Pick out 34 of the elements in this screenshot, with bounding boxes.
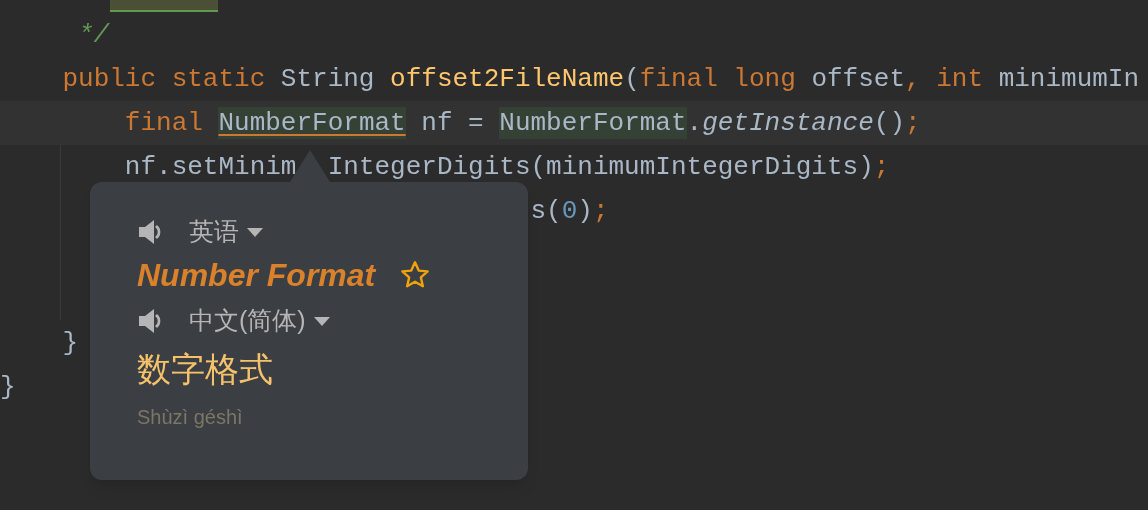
code-token: s( bbox=[530, 195, 562, 227]
code-token: minimumIn bbox=[998, 63, 1140, 95]
code-token: int bbox=[936, 63, 985, 95]
code-token: ( bbox=[624, 63, 640, 95]
code-token: } bbox=[62, 327, 79, 359]
code-token: nf = bbox=[421, 107, 485, 139]
code-token: NumberFormat bbox=[218, 107, 406, 139]
pinyin-text: Shùzì géshì bbox=[137, 405, 243, 430]
code-token: 0 bbox=[561, 195, 578, 227]
source-term: Number Format bbox=[137, 256, 376, 295]
language-dropdown[interactable]: 中文(简体) bbox=[189, 302, 330, 340]
code-token: () bbox=[873, 107, 905, 139]
code-token: . bbox=[686, 107, 703, 139]
code-token: ) bbox=[577, 195, 593, 227]
code-token: nf.setMinim bbox=[124, 151, 297, 183]
code-token: IntegerDigits(minimumIntegerDigits) bbox=[327, 151, 874, 183]
code-token: final long bbox=[639, 63, 797, 95]
caret-icon bbox=[313, 316, 330, 326]
code-token: final bbox=[124, 107, 204, 139]
code-token: String bbox=[280, 63, 376, 95]
translation-text: 数字格式 bbox=[137, 348, 273, 390]
code-token: offset2FileName bbox=[390, 63, 625, 95]
code-token: public static bbox=[62, 63, 267, 95]
code-token: } bbox=[0, 371, 16, 403]
code-token: */ bbox=[78, 19, 110, 51]
code-token: , bbox=[905, 63, 922, 95]
code-token: NumberFormat bbox=[499, 107, 687, 139]
code-token: getInstance bbox=[702, 107, 874, 139]
code-token: offset bbox=[811, 63, 905, 95]
code-token: ; bbox=[905, 107, 921, 139]
language-dropdown[interactable]: 英语 bbox=[189, 213, 263, 251]
caret-icon bbox=[247, 227, 263, 237]
code-token: ; bbox=[873, 151, 890, 183]
code-token: ; bbox=[592, 195, 609, 227]
